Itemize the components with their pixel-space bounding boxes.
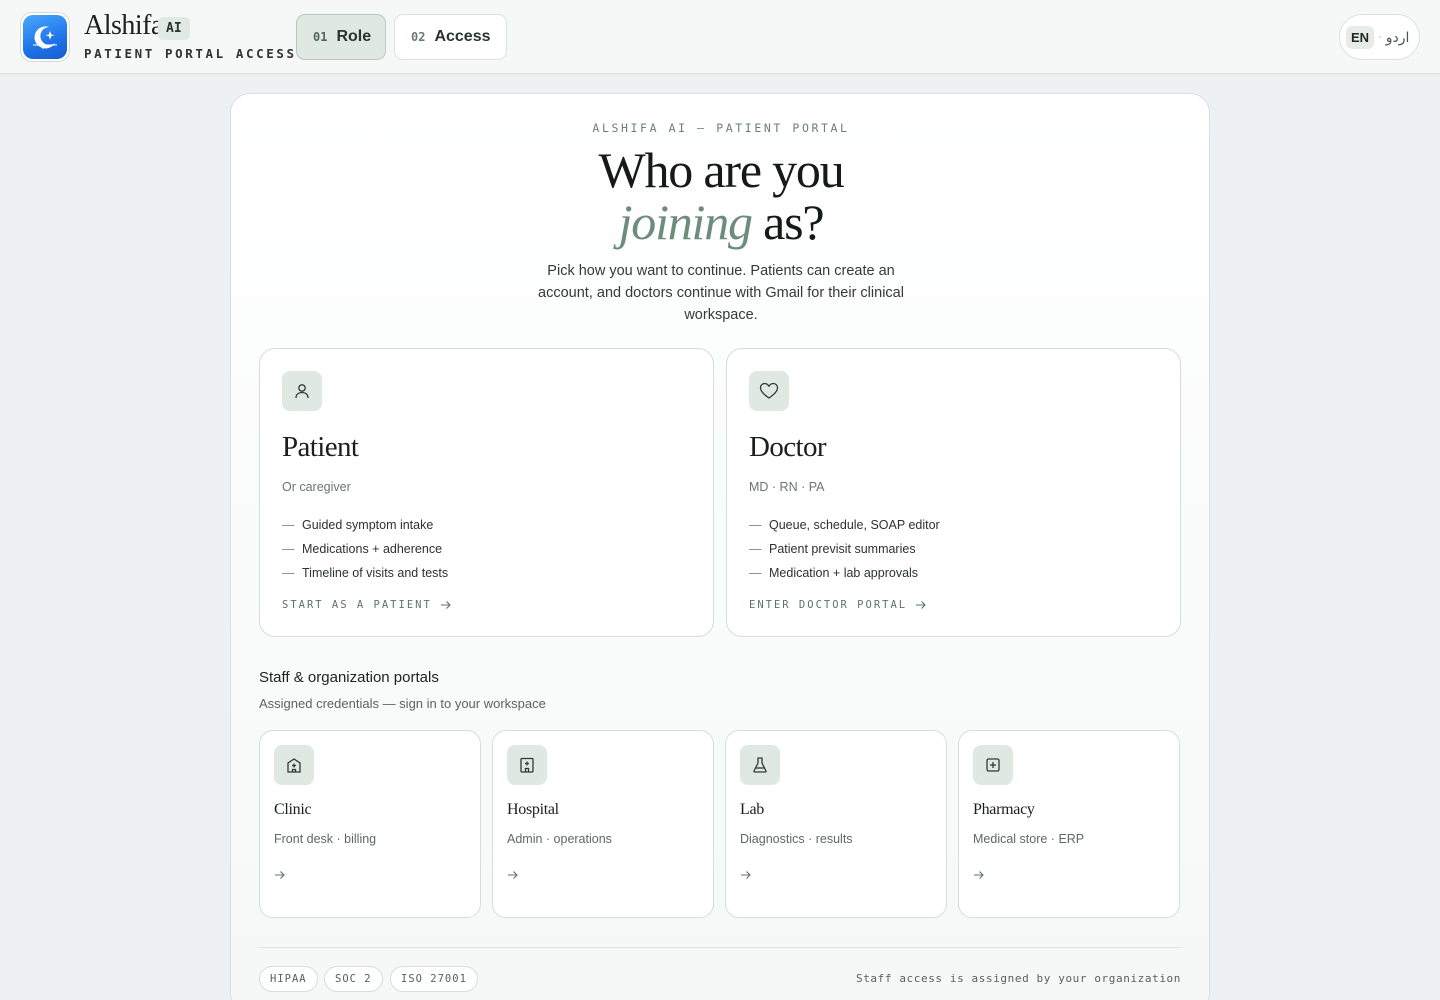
clinic-portal-card[interactable]: Clinic Front desk · billing [259, 730, 481, 918]
feature-text: Timeline of visits and tests [302, 566, 449, 580]
top-bar: Alshifa AI PATIENT PORTAL ACCESS 01 Role… [0, 0, 1440, 74]
patient-role-card[interactable]: Patient Or caregiver — Guided symptom int… [259, 348, 714, 637]
portal-subtitle: Front desk · billing [274, 832, 377, 846]
step-access-tab[interactable]: 02 Access [394, 14, 507, 60]
arrow-right-icon [440, 601, 451, 609]
enter-doctor-portal-link[interactable]: ENTER DOCTOR PORTAL [749, 599, 927, 611]
person-icon [282, 371, 322, 411]
arrow-right-icon [741, 871, 751, 879]
step-number: 01 [313, 30, 328, 44]
role-subtitle: MD · RN · PA [749, 480, 825, 494]
compliance-badge: SOC 2 [324, 966, 383, 992]
list-item: — Patient previsit summaries [749, 542, 916, 556]
language-toggle[interactable]: EN · اردو [1339, 14, 1420, 60]
footer-divider [259, 947, 1181, 948]
crescent-star-icon [23, 15, 67, 59]
step-label: Access [434, 28, 491, 45]
headline-line2: joining as? [231, 196, 1211, 248]
compliance-badge: ISO 27001 [390, 966, 478, 992]
hospital-icon [507, 745, 547, 785]
cta-label: ENTER DOCTOR PORTAL [749, 599, 908, 611]
lab-portal-card[interactable]: Lab Diagnostics · results [725, 730, 947, 918]
portal-subtitle: Diagnostics · results [740, 832, 853, 846]
portal-subtitle: Admin · operations [507, 832, 612, 846]
arrow-right-icon [275, 871, 285, 879]
portal-title: Clinic [274, 801, 312, 818]
clinic-icon [274, 745, 314, 785]
intro-text: Pick how you want to continue. Patients … [538, 263, 904, 323]
arrow-right-icon [916, 601, 926, 609]
role-title: Patient [282, 431, 359, 463]
role-selection-panel: ALSHIFA AI — PATIENT PORTAL Who are you … [230, 93, 1210, 1000]
headline-end: as? [763, 194, 824, 250]
headline-line1: Who are you [598, 142, 844, 198]
feature-text: Medications + adherence [302, 542, 443, 556]
feature-list: — Queue, schedule, SOAP editor — Patient p… [749, 513, 940, 585]
feature-text: Queue, schedule, SOAP editor [769, 518, 940, 532]
pharmacy-portal-card[interactable]: Pharmacy Medical store · ERP [958, 730, 1180, 918]
eyebrow-label: ALSHIFA AI — PATIENT PORTAL [592, 121, 850, 135]
start-patient-link[interactable]: START AS A PATIENT [282, 599, 452, 611]
language-en-option[interactable]: EN [1346, 25, 1375, 49]
list-item: — Queue, schedule, SOAP editor [749, 518, 940, 532]
page-title: Who are you joining as? [231, 144, 1211, 248]
list-item: — Medications + adherence [282, 542, 443, 556]
portal-title: Pharmacy [973, 801, 1035, 818]
role-title: Doctor [749, 431, 827, 463]
compliance-badge: HIPAA [259, 966, 318, 992]
role-subtitle: Or caregiver [282, 480, 351, 494]
brand-subtitle: PATIENT PORTAL ACCESS [84, 46, 297, 61]
staff-section-title: Staff & organization portals [259, 669, 439, 686]
portal-title: Lab [740, 801, 764, 818]
list-item: — Medication + lab approvals [749, 566, 919, 580]
feature-text: Medication + lab approvals [769, 566, 919, 580]
ai-badge: AI [158, 17, 190, 40]
language-urdu-option[interactable]: اردو [1386, 29, 1410, 46]
step-number: 02 [411, 30, 426, 44]
list-item: — Guided symptom intake [282, 518, 434, 532]
hospital-portal-card[interactable]: Hospital Admin · operations [492, 730, 714, 918]
heart-icon [749, 371, 789, 411]
pharmacy-icon [973, 745, 1013, 785]
portal-title: Hospital [507, 801, 559, 818]
language-separator: · [1378, 31, 1382, 43]
staff-access-note: Staff access is assigned by your organiz… [855, 972, 1181, 985]
list-item: — Timeline of visits and tests [282, 566, 449, 580]
feature-text: Patient previsit summaries [769, 542, 916, 556]
flask-icon [740, 745, 780, 785]
step-role-tab[interactable]: 01 Role [296, 14, 386, 60]
headline-accent: joining [618, 194, 753, 250]
brand-name: Alshifa [84, 10, 163, 41]
app-logo[interactable] [20, 12, 70, 62]
arrow-right-icon [974, 871, 984, 879]
feature-text: Guided symptom intake [302, 518, 434, 532]
doctor-role-card[interactable]: Doctor MD · RN · PA — Queue, schedule, SO… [726, 348, 1181, 637]
step-label: Role [336, 28, 372, 45]
arrow-right-icon [508, 871, 518, 879]
feature-list: — Guided symptom intake — Medications + ad… [282, 513, 448, 585]
portal-subtitle: Medical store · ERP [973, 832, 1085, 846]
cta-label: START AS A PATIENT [282, 599, 432, 611]
staff-section-subtitle: Assigned credentials — sign in to your w… [259, 696, 546, 711]
